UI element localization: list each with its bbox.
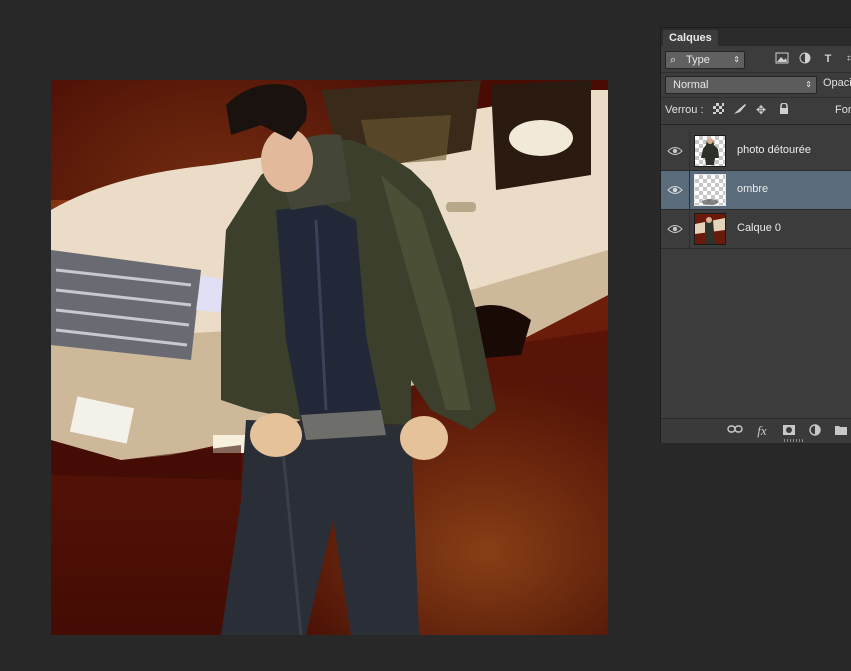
panel-resize-grip[interactable]: [784, 439, 804, 442]
adjustment-filter-icon[interactable]: [798, 52, 812, 66]
visibility-divider: [689, 132, 690, 170]
layer-thumbnail: [694, 213, 726, 245]
visibility-divider: [689, 210, 690, 248]
eye-icon[interactable]: [667, 144, 683, 158]
layers-panel: Calques ⌕ Type ⇕ T ⌗ Normal ⇕ Opacité : …: [660, 27, 851, 443]
lock-transparent-pixels-icon[interactable]: [711, 103, 725, 117]
shape-filter-icon[interactable]: ⌗: [843, 52, 851, 66]
search-icon: ⌕: [670, 54, 677, 66]
fx-icon[interactable]: fx: [754, 424, 770, 438]
layer-thumbnail: [694, 135, 726, 167]
opacity-label: Opacité :: [823, 77, 851, 89]
type-filter-icon[interactable]: T: [821, 52, 835, 66]
layer-row-ombre[interactable]: ombre: [661, 171, 851, 210]
filter-row: ⌕ Type ⇕ T ⌗: [661, 46, 851, 73]
blend-mode-select[interactable]: Normal ⇕: [665, 76, 817, 94]
link-layers-icon[interactable]: [727, 424, 743, 438]
adjustment-layer-icon[interactable]: [807, 424, 823, 438]
lock-image-pixels-icon[interactable]: [733, 103, 747, 117]
layer-name: ombre: [737, 183, 769, 195]
layer-row-calque-0[interactable]: Calque 0: [661, 210, 851, 249]
tab-layers[interactable]: Calques: [663, 30, 718, 46]
eye-icon[interactable]: [667, 183, 683, 197]
new-group-icon[interactable]: [833, 424, 849, 438]
canvas-image: [51, 80, 608, 635]
lock-row: Verrou : ✥ Fond :: [661, 98, 851, 125]
lock-all-icon[interactable]: [777, 102, 791, 117]
layer-row-photo-detouree[interactable]: photo détourée: [661, 132, 851, 171]
lock-position-icon[interactable]: ✥: [754, 103, 768, 117]
panel-bottom-bar: fx: [661, 418, 851, 443]
filter-kind-label: Type: [686, 54, 710, 66]
layer-mask-icon[interactable]: [781, 424, 797, 438]
blend-mode-value: Normal: [673, 79, 709, 91]
eye-icon[interactable]: [667, 222, 683, 236]
document-canvas[interactable]: [51, 80, 608, 635]
layer-thumbnail: [694, 174, 726, 206]
panel-tab-bar: Calques: [661, 28, 851, 46]
lock-label: Verrou :: [665, 104, 704, 116]
blend-row: Normal ⇕ Opacité :: [661, 73, 851, 98]
layers-list-empty-area[interactable]: [661, 285, 851, 418]
layer-name: photo détourée: [737, 144, 812, 156]
image-filter-icon[interactable]: [775, 52, 789, 66]
visibility-divider: [689, 171, 690, 209]
chevron-updown-icon: ⇕: [805, 80, 812, 89]
layer-name: Calque 0: [737, 222, 782, 234]
filter-kind-select[interactable]: ⌕ Type ⇕: [665, 51, 745, 69]
chevron-updown-icon: ⇕: [733, 55, 740, 64]
fill-label: Fond :: [835, 104, 851, 116]
